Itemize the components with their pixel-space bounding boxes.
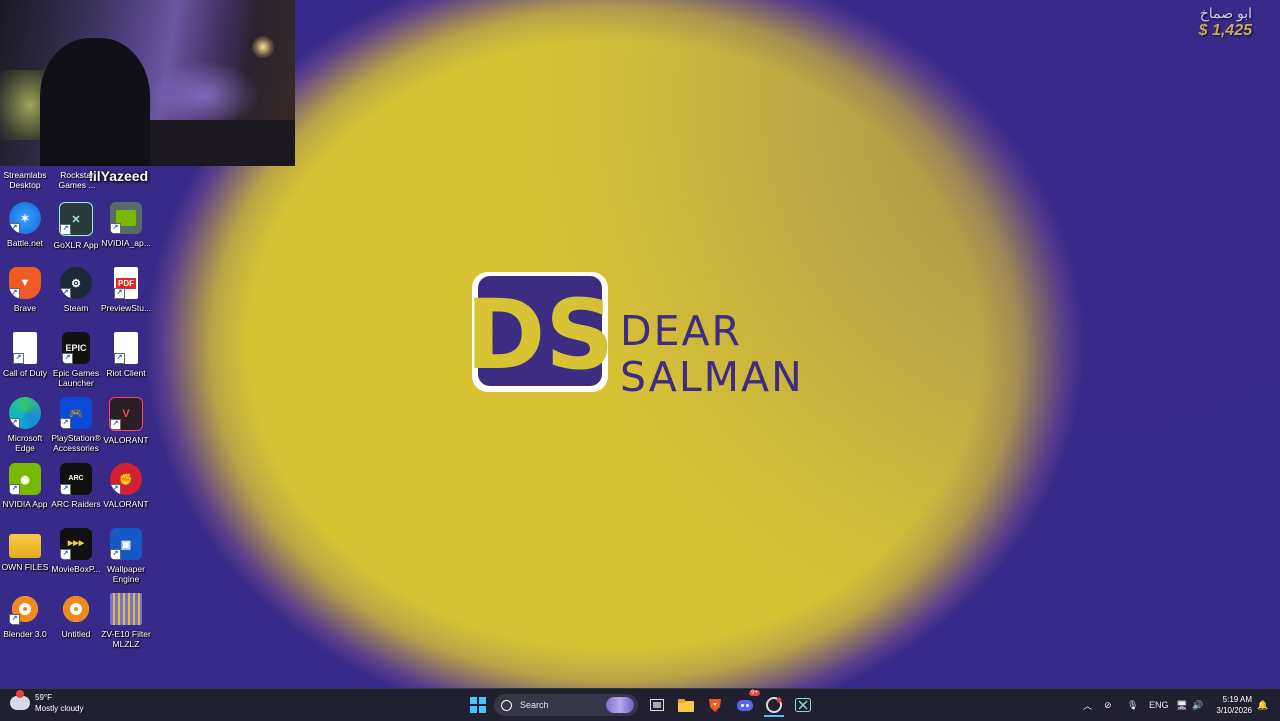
weather-temp: 59°F (35, 693, 52, 702)
folder-icon (678, 698, 694, 712)
blender-file-icon (60, 593, 92, 625)
brave-lion-icon (709, 699, 721, 712)
goxlr-icon: ✕ ↗ (59, 202, 93, 236)
epic-games-icon: EPIC ↗ (62, 332, 90, 364)
desktop-icon-valorant[interactable]: V ↗ VALORANT (101, 397, 151, 445)
desktop-icon-steam[interactable]: ⚙ ↗ Steam (51, 267, 101, 313)
clock[interactable]: 5:19 AM 3/10/2026 (1216, 694, 1252, 716)
desktop-icon-blender[interactable]: ↗ Blender 3.0 (0, 593, 50, 639)
desktop-icon-wallpaper-engine[interactable]: ▣ ↗ Wallpaper Engine (101, 528, 151, 584)
logo-line-salman: SALMAN (620, 353, 804, 401)
moviebox-icon: ▶▶▶ ↗ (60, 528, 92, 560)
network-off-icon: ⊘ (1104, 699, 1112, 710)
task-view-icon (650, 699, 664, 711)
clock-date: 3/10/2026 (1216, 706, 1252, 715)
nvidia-shortcut-icon: ↗ (110, 202, 142, 234)
webcam-overlay (0, 0, 295, 166)
language-indicator[interactable]: ENG (1149, 689, 1169, 721)
obs-taskbar-button[interactable] (764, 695, 784, 717)
desktop-icon-zv-filter[interactable]: ZV-E10 Filter MLZLZ (101, 593, 151, 649)
microphone-icon: 🎙 (1127, 699, 1139, 710)
desktop-icon-moviebox[interactable]: ▶▶▶ ↗ MovieBoxP... (51, 528, 101, 574)
clock-time: 5:19 AM (1222, 695, 1252, 704)
windows-logo-icon (470, 697, 486, 713)
start-button[interactable] (468, 695, 488, 715)
pdf-file-icon: PDF ↗ (114, 267, 138, 299)
desktop-icon-epic[interactable]: EPIC ↗ Epic Games Launcher (51, 332, 101, 388)
desktop-icon-battlenet[interactable]: ✶ ↗ Battle.net (0, 202, 50, 248)
playstation-controller-icon: 🎮 ↗ (60, 397, 92, 429)
folder-icon (9, 534, 41, 558)
edge-icon: ↗ (9, 397, 41, 429)
desktop-icon-own-files[interactable]: OWN FILES (0, 528, 50, 572)
arc-raiders-icon: ARC ↗ (60, 463, 92, 495)
ds-logo-mark: DS (470, 272, 612, 392)
desktop-icon-arc-raiders[interactable]: ARC ↗ ARC Raiders (51, 463, 101, 509)
volume-tray[interactable]: 🔊 (1192, 689, 1203, 721)
chevron-up-icon: ︿ (1083, 700, 1093, 711)
desktop-icon-nvidia-app[interactable]: ◉ ↗ NVIDIA App (0, 463, 50, 509)
recording-app-icon (766, 697, 782, 713)
file-icon: ↗ (114, 332, 138, 364)
filter-file-icon (110, 593, 142, 625)
desktop-icon-rockstar[interactable]: Rockstar Games ... (50, 170, 104, 190)
logo-initials: DS (470, 279, 612, 391)
desktop-icon-untitled[interactable]: Untitled (51, 593, 101, 639)
desktop-icon-valorant-riot[interactable]: ✊ ↗ VALORANT (101, 463, 151, 509)
show-hidden-icons-button[interactable]: ︿ (1083, 689, 1092, 721)
discord-taskbar-button[interactable]: 9+ (735, 690, 760, 715)
streamer-silhouette (40, 38, 150, 166)
search-icon (501, 699, 512, 711)
search-highlight-icon (606, 697, 634, 713)
microphone-tray[interactable]: 🎙 (1127, 689, 1138, 721)
taskbar-search[interactable]: Search (494, 694, 638, 716)
logo-line-dear: DEAR (620, 307, 743, 355)
battlenet-icon: ✶ ↗ (9, 202, 41, 234)
desktop-icon-brave[interactable]: ▼ ↗ Brave (0, 267, 50, 313)
brave-taskbar-button[interactable] (705, 695, 725, 715)
desktop-icon-riot[interactable]: ↗ Riot Client (101, 332, 151, 378)
file-explorer-button[interactable] (676, 695, 696, 715)
desktop-icon-nvidia-shortcut[interactable]: ↗ NVIDIA_ap... (101, 202, 151, 248)
dear-salman-logo: DS DEAR SALMAN (470, 268, 815, 400)
desktop-icon-previewstudio[interactable]: PDF ↗ PreviewStu... (101, 267, 151, 313)
nvidia-icon: ◉ ↗ (9, 463, 41, 495)
monitor-network-icon: 🖥 (1176, 699, 1188, 710)
donation-amount: $ 1,425 (1198, 22, 1252, 39)
donor-name: ابو صماخ (1199, 5, 1252, 21)
cloud-icon (10, 690, 30, 710)
donation-overlay: ابو صماخ $ 1,425 (1199, 5, 1252, 40)
logo-wordmark: DEAR SALMAN (620, 308, 804, 400)
brave-lion-icon: ▼ ↗ (9, 267, 41, 299)
desktop-icon-edge[interactable]: ↗ Microsoft Edge (0, 397, 50, 453)
taskbar: 59°F Mostly cloudy Search 9+ ︿ ⊘ 🎙 ENG 🖥… (0, 688, 1280, 721)
riot-fist-icon: ✊ ↗ (110, 463, 142, 495)
goxlr-taskbar-button[interactable] (793, 695, 813, 715)
blender-icon: ↗ (9, 593, 41, 625)
notification-badge: 9+ (749, 690, 760, 696)
speaker-icon: 🔊 (1192, 699, 1204, 710)
bell-icon: 🔔 (1257, 699, 1269, 710)
discord-icon (737, 699, 753, 711)
search-placeholder: Search (520, 700, 549, 710)
task-view-button[interactable] (647, 695, 667, 715)
steam-icon: ⚙ ↗ (60, 267, 92, 299)
desktop-icon-ps-accessories[interactable]: 🎮 ↗ PlayStation® Accessories (51, 397, 101, 453)
desktop-wallpaper: DS DEAR SALMAN lilYazeed ابو صماخ $ 1,42… (0, 0, 1280, 688)
weather-desc: Mostly cloudy (35, 704, 84, 713)
desktop-icon-goxlr[interactable]: ✕ ↗ GoXLR App (51, 202, 101, 250)
network-off-tray[interactable]: ⊘ (1104, 689, 1112, 721)
wallpaper-engine-icon: ▣ ↗ (110, 528, 142, 560)
network-tray[interactable]: 🖥 (1176, 689, 1187, 721)
goxlr-icon (795, 698, 811, 712)
file-icon: ↗ (13, 332, 37, 364)
valorant-icon: V ↗ (109, 397, 143, 431)
desktop-icon-streamlabs[interactable]: Streamlabs Desktop (0, 170, 52, 190)
weather-widget[interactable]: 59°F Mostly cloudy (10, 690, 84, 714)
notifications-button[interactable]: 🔔 (1257, 689, 1268, 721)
desktop-icon-callofduty[interactable]: ↗ Call of Duty (0, 332, 50, 378)
